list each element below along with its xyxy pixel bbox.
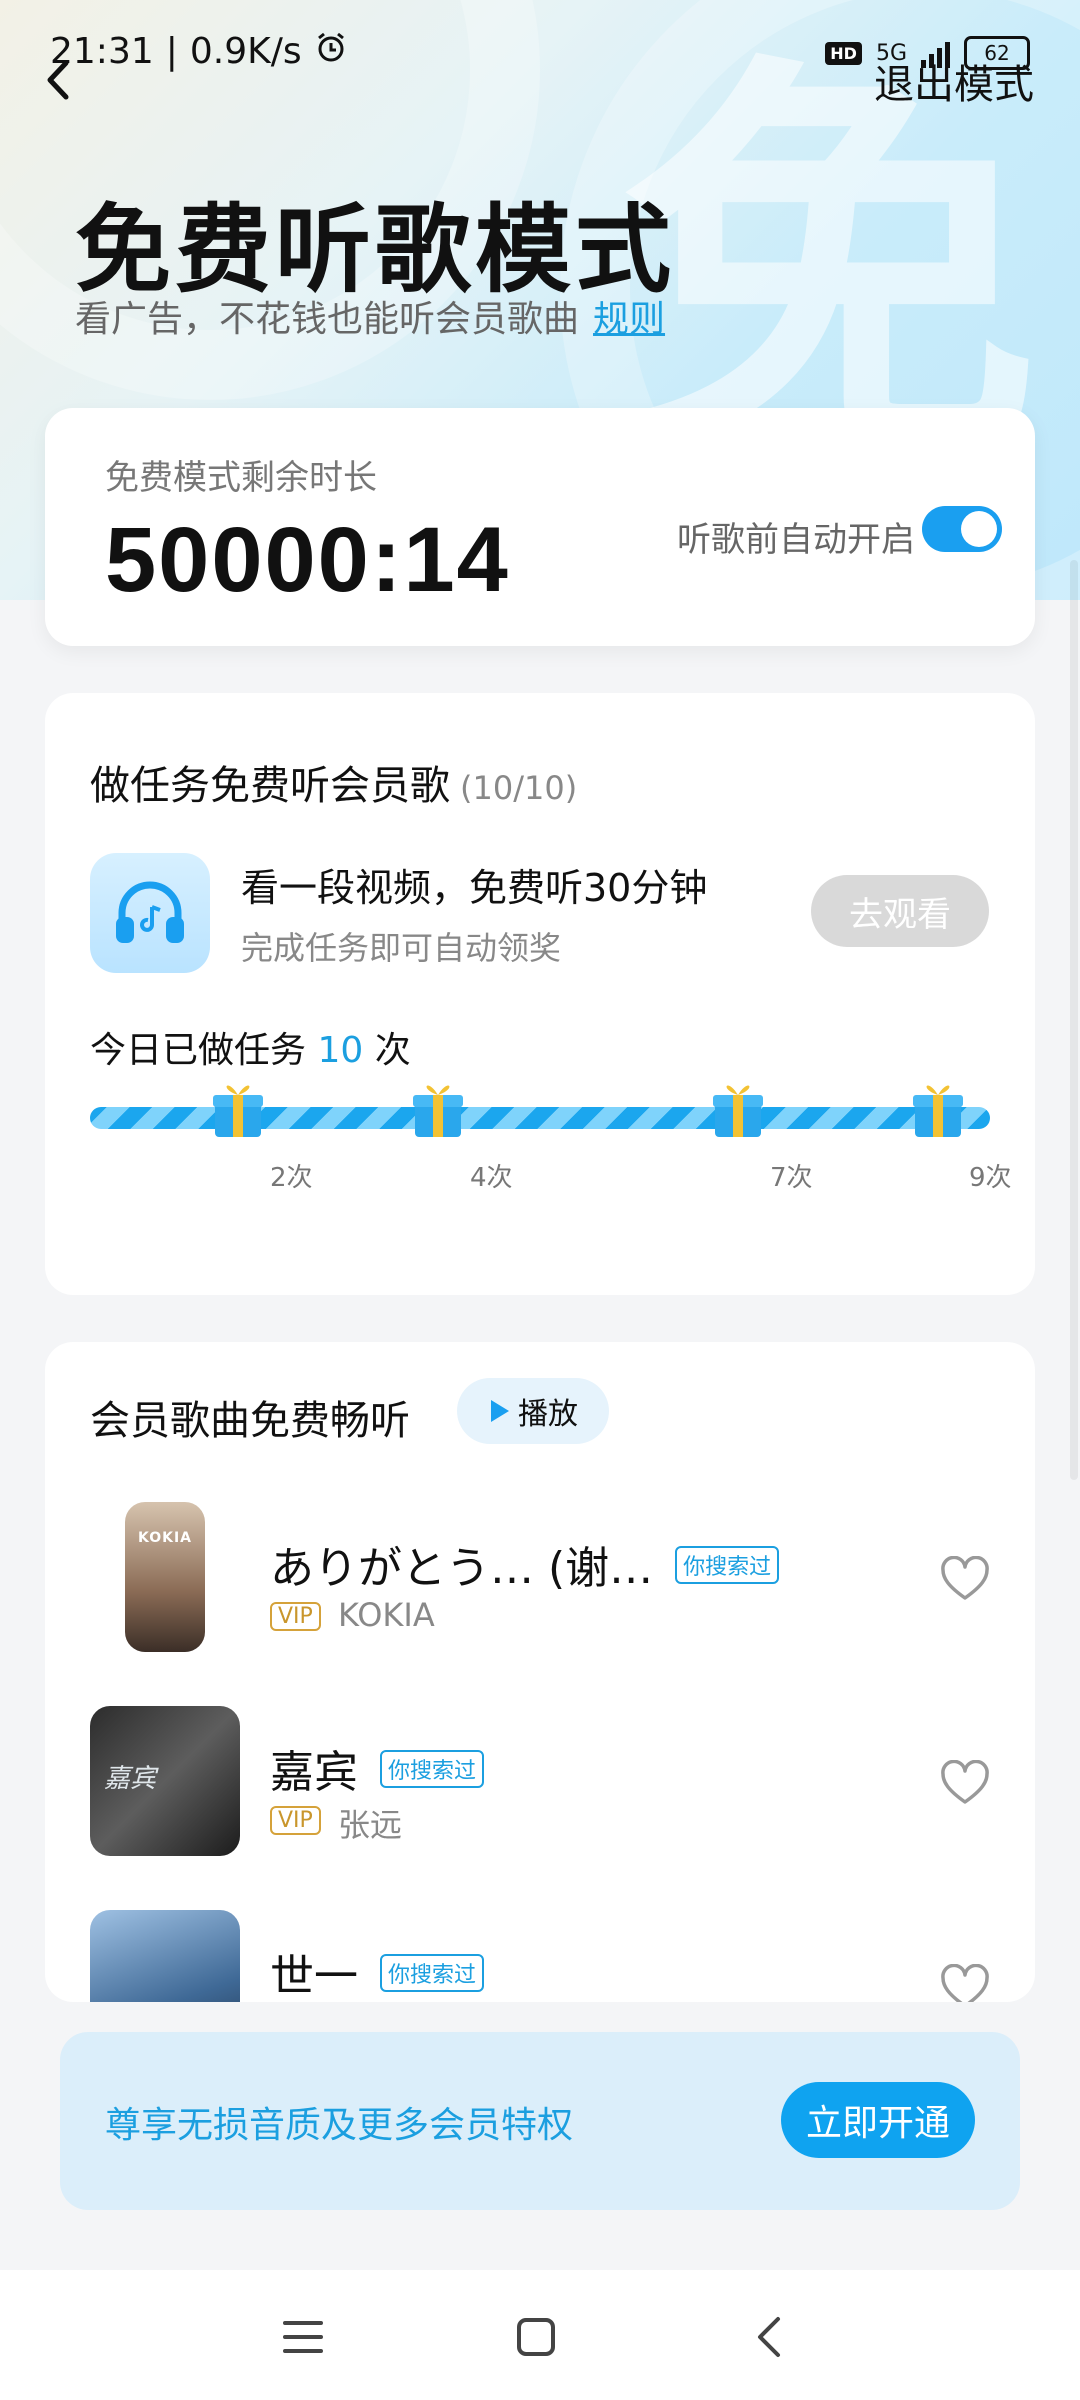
song-row[interactable]: KOKIA ありがとう… (谢… 你搜索过 VIP KOKIA	[90, 1502, 990, 1652]
task-item-subtitle: 完成任务即可自动领奖	[241, 929, 562, 967]
timer-label: 免费模式剩余时长	[105, 458, 377, 498]
done-count: 10	[317, 1030, 364, 1071]
headphones-icon	[90, 853, 210, 973]
menu-icon[interactable]	[281, 2315, 325, 2359]
album-cover: 嘉宾	[90, 1706, 240, 1856]
heart-icon[interactable]	[940, 1963, 990, 2002]
play-label: 播放	[518, 1397, 578, 1432]
status-speed: 0.9K/s	[189, 31, 302, 72]
searched-tag: 你搜索过	[380, 1954, 485, 1992]
gift-icon	[211, 1075, 265, 1139]
status-separator: |	[165, 31, 178, 72]
task-item-title: 看一段视频，免费听30分钟	[241, 866, 708, 910]
songs-section-title: 会员歌曲免费畅听	[90, 1398, 410, 1444]
chevron-left-icon	[47, 60, 69, 100]
song-title-text: 嘉宾	[270, 1747, 358, 1798]
song-artist: 张远	[338, 1806, 403, 1844]
song-title: ありがとう… (谢… 你搜索过	[270, 1532, 780, 1596]
cover-text: 嘉宾	[104, 1764, 157, 1794]
page-subtitle: 看广告，不花钱也能听会员歌曲 规则	[75, 290, 665, 342]
toggle-knob	[961, 511, 997, 547]
vip-badge: VIP	[270, 1806, 321, 1835]
cover-text: KOKIA	[137, 1530, 192, 1546]
vip-banner-text: 尊享无损音质及更多会员特权	[105, 2105, 574, 2146]
song-title-text: 世一	[270, 1951, 358, 2002]
timer-card: 免费模式剩余时长 50000:14 听歌前自动开启	[45, 408, 1035, 646]
songs-card: 会员歌曲免费畅听 播放 KOKIA ありがとう… (谢… 你搜索过 VIP KOK…	[45, 1342, 1035, 2002]
song-title-text: ありがとう… (谢…	[270, 1543, 654, 1594]
nav-back-icon[interactable]	[748, 2315, 792, 2359]
song-title: 世一 你搜索过	[270, 1940, 485, 2002]
gift-icon	[911, 1075, 965, 1139]
timer-value: 50000:14	[105, 509, 510, 611]
progress-step-label: 9次	[969, 1163, 1012, 1193]
system-nav-bar	[0, 2270, 1080, 2400]
task-count: (10/10)	[460, 769, 578, 807]
progress-step-label: 7次	[770, 1163, 813, 1193]
progress-step-label: 4次	[470, 1163, 513, 1193]
album-cover	[90, 1910, 240, 2002]
task-section-title: 做任务免费听会员歌 (10/10)	[90, 753, 577, 811]
gift-icon	[711, 1075, 765, 1139]
song-row[interactable]: 世一 你搜索过	[90, 1910, 990, 2002]
auto-open-label: 听歌前自动开启	[677, 520, 915, 560]
heart-icon[interactable]	[940, 1759, 990, 1806]
exit-mode-button[interactable]: 退出模式	[874, 52, 1034, 110]
heart-icon[interactable]	[940, 1555, 990, 1602]
vip-banner: 尊享无损音质及更多会员特权 立即开通	[60, 2032, 1020, 2210]
rules-link[interactable]: 规则	[593, 299, 665, 340]
subtitle-text: 看广告，不花钱也能听会员歌曲	[75, 299, 580, 340]
back-button[interactable]	[40, 55, 80, 105]
tasks-done-text: 今日已做任务 10 次	[90, 1021, 411, 1073]
searched-tag: 你搜索过	[675, 1546, 780, 1584]
task-title-text: 做任务免费听会员歌	[90, 763, 450, 809]
song-artist: KOKIA	[338, 1596, 435, 1634]
searched-tag: 你搜索过	[380, 1750, 485, 1788]
song-title: 嘉宾 你搜索过	[270, 1736, 485, 1800]
home-icon[interactable]	[514, 2315, 558, 2359]
alarm-icon	[314, 30, 348, 73]
song-row[interactable]: 嘉宾 嘉宾 你搜索过 VIP 张远	[90, 1706, 990, 1856]
scroll-indicator	[1070, 560, 1078, 1480]
watch-video-button[interactable]: 去观看	[811, 875, 989, 947]
task-card: 做任务免费听会员歌 (10/10) 看一段视频，免费听30分钟 完成任务即可自动领…	[45, 693, 1035, 1295]
auto-open-toggle[interactable]	[922, 506, 1002, 552]
album-cover: KOKIA	[125, 1502, 205, 1652]
play-icon	[491, 1400, 509, 1422]
done-prefix: 今日已做任务	[90, 1030, 307, 1071]
vip-badge: VIP	[270, 1602, 321, 1631]
done-suffix: 次	[374, 1030, 411, 1071]
gift-icon	[411, 1075, 465, 1139]
open-vip-button[interactable]: 立即开通	[781, 2082, 975, 2158]
hd-icon: HD	[825, 41, 862, 65]
play-all-button[interactable]: 播放	[457, 1378, 609, 1444]
progress-step-label: 2次	[270, 1163, 313, 1193]
